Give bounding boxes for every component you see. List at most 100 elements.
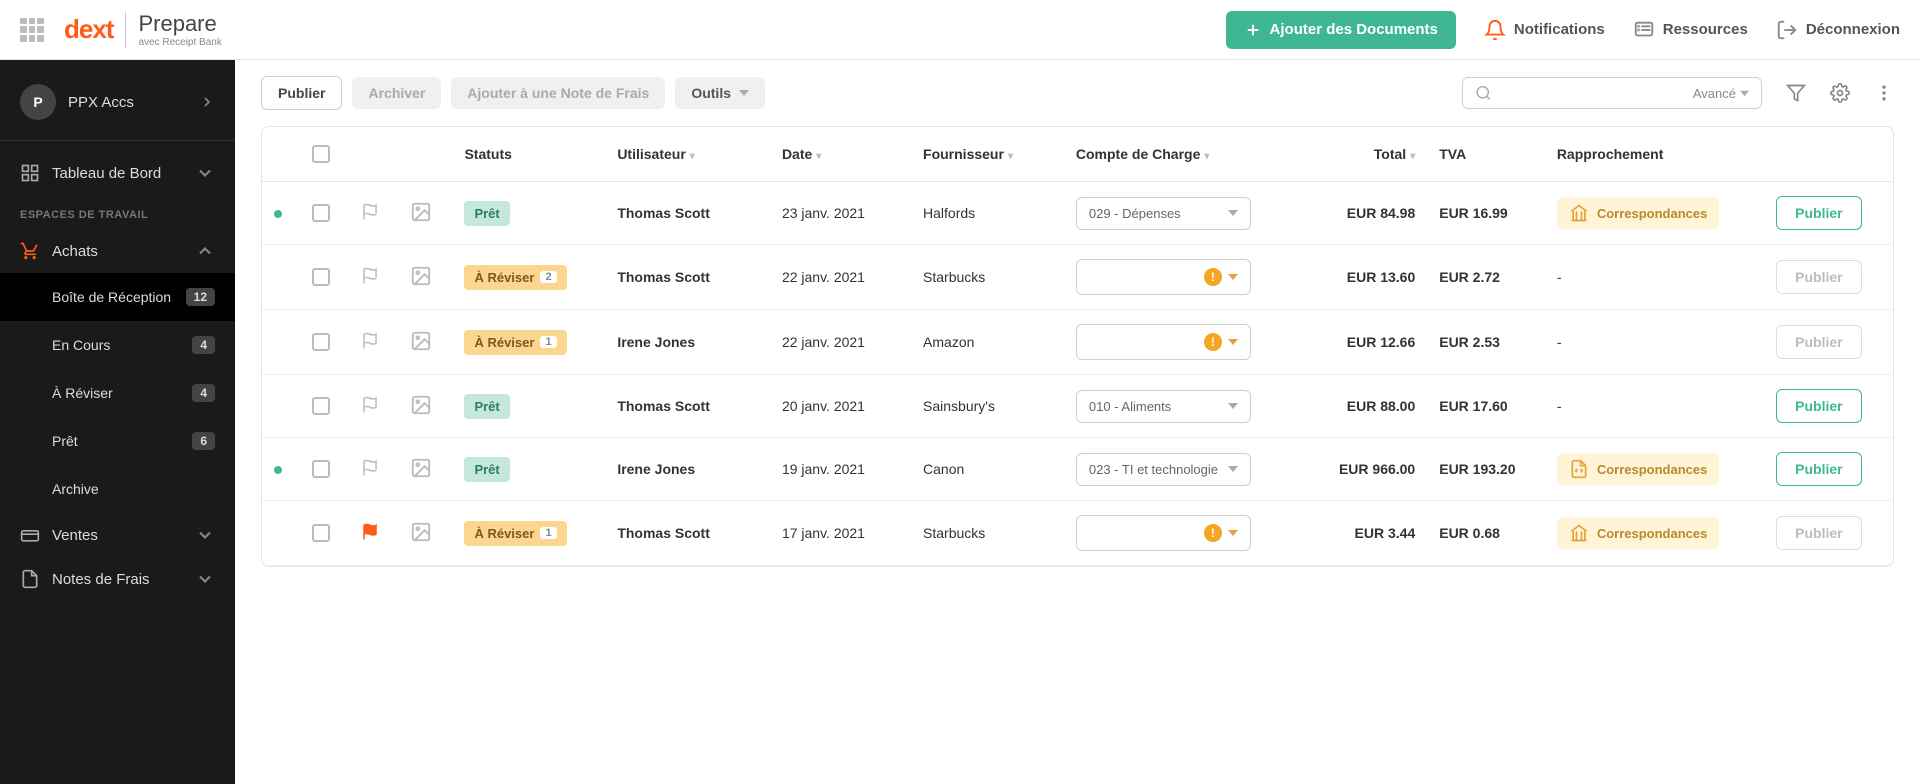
cell-total: EUR 966.00: [1298, 438, 1427, 501]
sidebar-item-dashboard[interactable]: Tableau de Bord: [0, 151, 235, 195]
workspaces-label: ESPACES DE TRAVAIL: [0, 195, 235, 229]
reconciliation-empty: -: [1557, 398, 1562, 414]
notifications-link[interactable]: Notifications: [1484, 19, 1605, 41]
sidebar-sub-inbox[interactable]: Boîte de Réception 12: [0, 273, 235, 321]
flag-icon[interactable]: [361, 203, 379, 221]
resources-link[interactable]: Ressources: [1633, 19, 1748, 41]
account-switcher[interactable]: P PPX Accs: [0, 74, 235, 130]
image-icon[interactable]: [410, 394, 432, 416]
reconciliation-pill[interactable]: Correspondances: [1557, 197, 1720, 229]
logo: dext Prepare avec Receipt Bank: [64, 11, 222, 48]
sidebar-item-achats[interactable]: Achats: [0, 229, 235, 273]
row-checkbox[interactable]: [312, 268, 330, 286]
col-header-date[interactable]: Date▾: [770, 127, 911, 182]
charge-account-select[interactable]: 023 - TI et technologie: [1076, 453, 1251, 486]
cell-user: Thomas Scott: [605, 501, 770, 566]
row-checkbox[interactable]: [312, 204, 330, 222]
col-header-rapp: Rapprochement: [1545, 127, 1764, 182]
publish-button[interactable]: Publier: [261, 76, 342, 110]
image-icon[interactable]: [410, 521, 432, 543]
sidebar-dashboard-label: Tableau de Bord: [52, 165, 183, 182]
avatar: P: [20, 84, 56, 120]
table-row[interactable]: PrêtThomas Scott20 janv. 2021Sainsbury's…: [262, 375, 1893, 438]
charge-account-select[interactable]: !: [1076, 324, 1251, 360]
sort-icon: ▾: [1204, 151, 1209, 162]
add-documents-label: Ajouter des Documents: [1270, 21, 1438, 38]
caret-down-icon: [1740, 89, 1749, 98]
table-row[interactable]: À Réviser 1Thomas Scott17 janv. 2021Star…: [262, 501, 1893, 566]
table-row[interactable]: À Réviser 2Thomas Scott22 janv. 2021Star…: [262, 245, 1893, 310]
row-publish-button[interactable]: Publier: [1776, 196, 1861, 230]
advanced-search-toggle[interactable]: Avancé: [1693, 86, 1749, 101]
col-header-user[interactable]: Utilisateur▾: [605, 127, 770, 182]
tools-button[interactable]: Outils: [675, 77, 765, 109]
sidebar-sub-pret[interactable]: Prêt 6: [0, 417, 235, 465]
cart-icon: [20, 241, 40, 261]
sidebar-sub-areviser[interactable]: À Réviser 4: [0, 369, 235, 417]
flag-icon[interactable]: [361, 396, 379, 414]
more-icon[interactable]: [1874, 83, 1894, 103]
sort-icon: ▾: [1410, 151, 1415, 162]
cell-tva: EUR 16.99: [1427, 182, 1545, 245]
cell-tva: EUR 2.53: [1427, 310, 1545, 375]
logout-icon: [1776, 19, 1798, 41]
image-icon[interactable]: [410, 457, 432, 479]
cell-total: EUR 13.60: [1298, 245, 1427, 310]
row-checkbox[interactable]: [312, 524, 330, 542]
select-all-checkbox[interactable]: [312, 145, 330, 163]
cell-total: EUR 12.66: [1298, 310, 1427, 375]
chevron-up-icon: [195, 241, 215, 261]
sidebar-item-ventes[interactable]: Ventes: [0, 513, 235, 557]
table-row[interactable]: PrêtIrene Jones19 janv. 2021Canon023 - T…: [262, 438, 1893, 501]
row-publish-button[interactable]: Publier: [1776, 452, 1861, 486]
col-header-status: Statuts: [452, 127, 605, 182]
search-icon: [1475, 84, 1492, 102]
cell-fournisseur: Halfords: [911, 182, 1064, 245]
reconciliation-pill[interactable]: Correspondances: [1557, 517, 1720, 549]
status-badge: Prêt: [464, 457, 509, 482]
reconciliation-empty: -: [1557, 269, 1562, 285]
cell-user: Irene Jones: [605, 310, 770, 375]
reconciliation-empty: -: [1557, 334, 1562, 350]
col-header-total[interactable]: Total▾: [1298, 127, 1427, 182]
row-checkbox[interactable]: [312, 333, 330, 351]
table-row[interactable]: PrêtThomas Scott23 janv. 2021Halfords029…: [262, 182, 1893, 245]
settings-icon[interactable]: [1830, 83, 1850, 103]
col-header-compte[interactable]: Compte de Charge▾: [1064, 127, 1298, 182]
unread-dot: [274, 210, 282, 218]
row-checkbox[interactable]: [312, 460, 330, 478]
flag-icon[interactable]: [361, 332, 379, 350]
charge-account-select[interactable]: !: [1076, 515, 1251, 551]
search-input[interactable]: [1502, 85, 1683, 101]
reconciliation-pill[interactable]: Correspondances: [1557, 453, 1720, 485]
add-documents-button[interactable]: Ajouter des Documents: [1226, 11, 1456, 49]
row-checkbox[interactable]: [312, 397, 330, 415]
cell-total: EUR 88.00: [1298, 375, 1427, 438]
apps-grid-icon[interactable]: [20, 18, 44, 42]
logo-product: Prepare: [138, 11, 221, 37]
logout-link[interactable]: Déconnexion: [1776, 19, 1900, 41]
charge-account-select[interactable]: !: [1076, 259, 1251, 295]
image-icon[interactable]: [410, 201, 432, 223]
sidebar-sub-archive[interactable]: Archive: [0, 465, 235, 513]
cell-date: 22 janv. 2021: [770, 310, 911, 375]
col-header-fournisseur[interactable]: Fournisseur▾: [911, 127, 1064, 182]
row-publish-button[interactable]: Publier: [1776, 389, 1861, 423]
flag-icon[interactable]: [361, 459, 379, 477]
sidebar-item-notes[interactable]: Notes de Frais: [0, 557, 235, 601]
charge-account-select[interactable]: 010 - Aliments: [1076, 390, 1251, 423]
account-name: PPX Accs: [68, 94, 199, 111]
expense-icon: [20, 569, 40, 589]
cell-fournisseur: Canon: [911, 438, 1064, 501]
image-icon[interactable]: [410, 330, 432, 352]
image-icon[interactable]: [410, 265, 432, 287]
flag-icon[interactable]: [361, 523, 379, 541]
filter-icon[interactable]: [1786, 83, 1806, 103]
status-badge: À Réviser 1: [464, 330, 566, 355]
dashboard-icon: [20, 163, 40, 183]
charge-account-select[interactable]: 029 - Dépenses: [1076, 197, 1251, 230]
search-box[interactable]: Avancé: [1462, 77, 1762, 109]
table-row[interactable]: À Réviser 1Irene Jones22 janv. 2021Amazo…: [262, 310, 1893, 375]
flag-icon[interactable]: [361, 267, 379, 285]
sidebar-sub-encours[interactable]: En Cours 4: [0, 321, 235, 369]
